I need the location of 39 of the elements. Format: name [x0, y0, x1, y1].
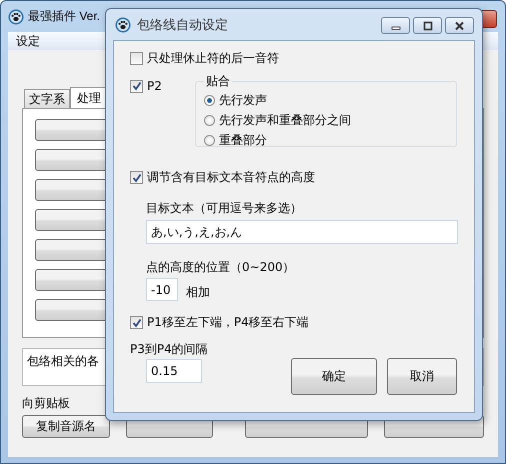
close-button[interactable]: [445, 17, 474, 34]
input-field[interactable]: あ,い,う,え,お,ん: [146, 220, 458, 244]
field-label: 目标文本（可用逗号来多选）: [146, 200, 303, 217]
app-icon: [8, 8, 24, 24]
dialog-title: 包络线自动设定: [137, 16, 228, 34]
close-icon: [454, 20, 465, 30]
menu-item[interactable]: 设定: [8, 32, 48, 50]
checkbox-label: 调节含有目标文本音符点的高度: [147, 169, 315, 186]
maximize-button[interactable]: [413, 17, 442, 34]
checkbox[interactable]: [130, 52, 143, 65]
group-title: 贴合: [205, 73, 231, 90]
radio-label: 先行发声和重叠部分之间: [219, 112, 351, 128]
checkbox-label: P1移至左下端，P4移至右下端: [147, 314, 309, 331]
window-title: 最强插件 Ver.: [28, 8, 100, 25]
dialog-icon: [115, 16, 131, 32]
checkbox[interactable]: [130, 171, 143, 184]
ok-button[interactable]: 确定: [291, 358, 377, 395]
field-label: P3到P4的间隔: [130, 341, 209, 358]
input-field[interactable]: -10: [146, 278, 178, 301]
radio-button[interactable]: [204, 134, 215, 146]
checkbox-label: P2: [147, 79, 162, 93]
maximize-icon: [422, 20, 432, 30]
button[interactable]: 复制音源名: [22, 415, 110, 438]
suffix-label: 相加: [186, 284, 210, 301]
radio-button[interactable]: [204, 114, 215, 126]
radio-button[interactable]: [204, 94, 215, 106]
input-field[interactable]: 0.15: [146, 359, 202, 383]
radio-label: 先行发声: [219, 92, 267, 108]
tab[interactable]: 文字系: [24, 89, 70, 108]
cancel-button[interactable]: 取消: [387, 358, 457, 395]
minimize-button[interactable]: [381, 17, 410, 34]
checkbox[interactable]: [130, 80, 143, 92]
clipboard-label: 向剪贴板: [22, 395, 71, 412]
description-text: 包络相关的各: [27, 354, 99, 368]
field-label: 点的高度的位置（0~200）: [146, 259, 296, 276]
tab[interactable]: 处理: [70, 87, 108, 108]
checkbox[interactable]: [130, 316, 143, 329]
radio-label: 重叠部分: [219, 132, 267, 148]
checkbox-label: 只处理休止符的后一音符: [147, 50, 279, 67]
